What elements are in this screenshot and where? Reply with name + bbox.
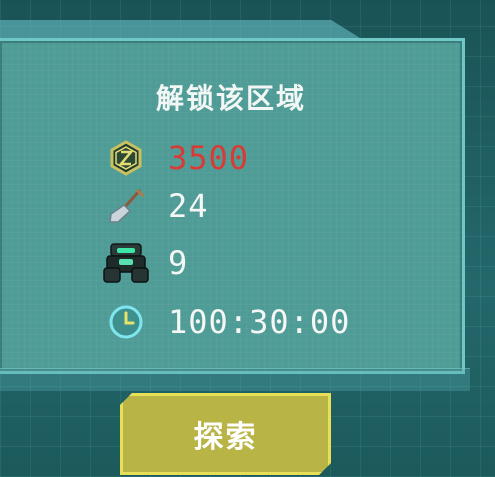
top-decor-strip [0, 20, 360, 38]
explore-button-label: 探索 [193, 420, 258, 455]
time-cost-value: 100:30:00 [168, 303, 351, 341]
cost-row-robot: 9 [102, 240, 188, 286]
cost-row-time: 100:30:00 [102, 299, 350, 345]
coin-cost-value: 3500 [168, 139, 250, 177]
cost-row-coin: 3500 [102, 135, 249, 181]
panel-title: 解锁该区域 [155, 82, 306, 115]
clock-icon [102, 299, 150, 345]
coin-icon [102, 135, 150, 181]
unlock-area-panel: 解锁该区域 3500 24 9 100:30:00 [0, 38, 465, 374]
cost-row-shovel: 24 [102, 183, 209, 229]
robot-cost-value: 9 [168, 244, 189, 282]
shovel-icon [102, 183, 150, 229]
explore-button[interactable]: 探索 [120, 393, 331, 475]
shovel-cost-value: 24 [168, 187, 209, 225]
bottom-decor-strip [0, 368, 470, 391]
robot-icon [102, 240, 150, 286]
